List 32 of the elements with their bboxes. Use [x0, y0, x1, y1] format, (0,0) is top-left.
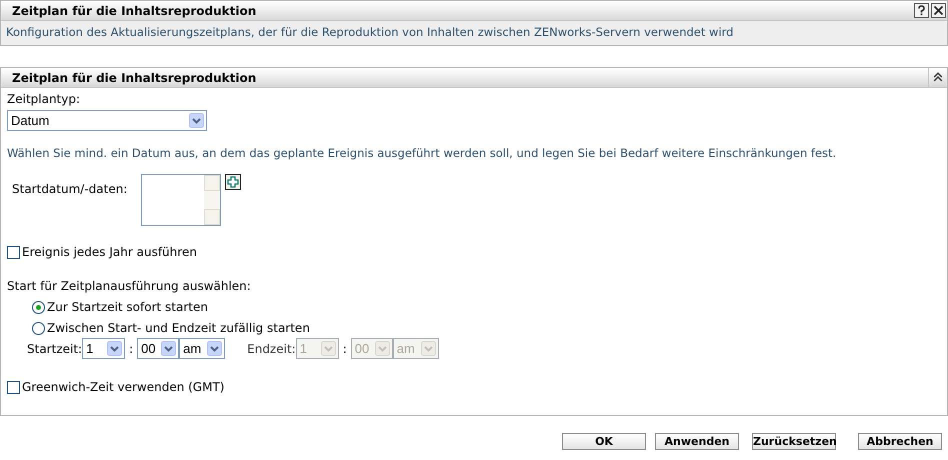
schedule-type-dropdown[interactable]: Datum — [7, 110, 207, 131]
radio-button[interactable] — [32, 300, 45, 314]
radio-label: Zwischen Start- und Endzeit zufällig starten — [47, 320, 310, 338]
start-mode-label: Start für Zeitplanausführung auswählen: — [7, 278, 252, 296]
checkbox[interactable] — [7, 246, 20, 259]
gmt-label: Greenwich-Zeit verwenden (GMT) — [22, 379, 224, 396]
time-separator: : — [129, 340, 134, 358]
checkbox[interactable] — [7, 380, 20, 394]
time-label: Startzeit: — [27, 340, 82, 358]
hour-dropdown[interactable]: 1 — [82, 338, 126, 360]
time-label: Endzeit: — [247, 340, 296, 358]
ampm-dropdown[interactable]: am — [179, 338, 226, 360]
start-dates-label: Startdatum/-daten: — [12, 181, 128, 198]
dialog-button[interactable]: Zurücksetzen — [752, 433, 836, 450]
help-icon[interactable] — [914, 3, 929, 18]
time-separator: : — [342, 340, 347, 358]
yearly-label: Ereignis jedes Jahr ausführen — [22, 244, 197, 262]
dialog-button[interactable]: Abbrechen — [858, 433, 942, 450]
radio-button[interactable] — [32, 322, 45, 335]
radio-label: Zur Startzeit sofort starten — [47, 299, 208, 316]
section-title: Zeitplan für die Inhaltsreproduktion — [12, 70, 256, 86]
page-title: Zeitplan für die Inhaltsreproduktion — [12, 2, 256, 20]
dialog-button[interactable]: Anwenden — [655, 433, 739, 450]
instruction-text: Wählen Sie mind. ein Datum aus, an dem das geplante Ereignis ausgeführt werden soll, und legen Sie bei Bedarf weitere Einschränkungen fest. — [7, 145, 838, 162]
minute-dropdown[interactable]: 00 — [137, 338, 180, 360]
scrollbar[interactable] — [204, 175, 220, 226]
dialog-button[interactable]: OK — [562, 433, 646, 450]
page-description: Konfiguration des Aktualisierungszeitplans, der für die Reproduktion von Inhalten zwischen ZENworks-Servern verwendet wird — [6, 24, 734, 42]
close-icon[interactable] — [931, 3, 946, 18]
start-dates-list[interactable] — [141, 174, 221, 226]
add-icon[interactable] — [225, 174, 241, 190]
schedule-type-label: Zeitplantyp: — [7, 91, 82, 108]
